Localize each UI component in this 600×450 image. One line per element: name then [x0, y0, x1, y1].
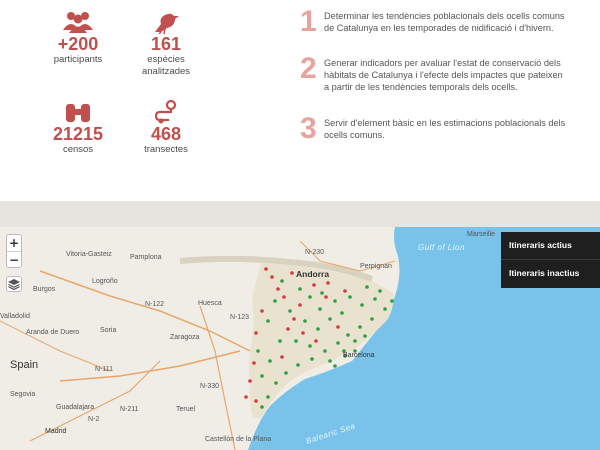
- goal-number: 3: [300, 112, 317, 145]
- goal-text: Servir d'element bàsic en les estimacion…: [324, 118, 566, 140]
- stat-label: censos: [62, 144, 94, 155]
- map-label-barcelona: Barcelona: [343, 352, 375, 359]
- stat-label: participants: [53, 54, 103, 65]
- stat-participants: +200 participants: [33, 10, 123, 66]
- map-label-perpignan: Perpignan: [360, 263, 392, 270]
- map-label-segovia: Segovia: [10, 391, 36, 398]
- stat-censuses: 21215 censos: [33, 100, 123, 156]
- zoom-out-button[interactable]: −: [7, 251, 21, 267]
- map-label-guadalajara: Guadalajara: [56, 404, 95, 411]
- goal-number: 1: [300, 5, 317, 38]
- map-label-vitoria: Vitoria-Gasteiz: [66, 251, 112, 258]
- bird-icon: [155, 13, 179, 34]
- stat-species: 161 espècies analitzades: [121, 10, 211, 78]
- map-label-n111: N-111: [95, 366, 114, 373]
- map-label-teruel: Teruel: [176, 406, 196, 413]
- map-label-n2: N-2: [88, 416, 100, 423]
- map-label-huesca: Huesca: [198, 300, 222, 307]
- map-label-n230: N-230: [305, 249, 325, 256]
- layers-icon: [8, 279, 20, 291]
- map-label-spain: Spain: [10, 359, 39, 371]
- layers-button[interactable]: [6, 276, 22, 292]
- map-label-gulf-of-lion: Gulf of Lion: [418, 243, 465, 252]
- stat-value: 161: [150, 34, 182, 54]
- stat-value: 468: [150, 124, 182, 144]
- map-label-n123: N-123: [230, 314, 250, 321]
- map-label-zaragoza: Zaragoza: [170, 334, 200, 341]
- stat-label: espècies analitzades: [141, 54, 191, 77]
- stat-transects: 468 transectes: [121, 100, 211, 156]
- zoom-in-button[interactable]: +: [7, 235, 21, 251]
- map-label-andorra: Andorra: [296, 269, 330, 279]
- goal-text: Generar indicadors per avaluar l'estat d…: [324, 58, 563, 92]
- map-label-castellon: Castellón de la Plana: [205, 436, 272, 443]
- goal-number: 2: [300, 52, 317, 85]
- binoculars-icon: [66, 104, 90, 122]
- stat-label: transectes: [144, 144, 188, 155]
- map-label-madrid: Madrid: [45, 428, 67, 435]
- map-label-n122: N-122: [145, 301, 165, 308]
- map-label-soria: Soria: [100, 327, 117, 334]
- map-label-logrono: Logroño: [92, 278, 118, 285]
- legend-inactive-itineraries[interactable]: Itineraris inactius: [501, 259, 600, 286]
- map-label-valladolid: Valladolid: [0, 313, 30, 320]
- map-label-n211: N-211: [120, 406, 139, 413]
- map-label-pamplona: Pamplona: [130, 254, 162, 261]
- stat-value: 21215: [52, 124, 104, 144]
- legend-active-itineraries[interactable]: Itineraris actius: [501, 232, 600, 259]
- goal-text: Determinar les tendències poblacionals d…: [324, 11, 565, 33]
- stat-value: +200: [57, 34, 99, 54]
- people-icon: [63, 12, 93, 33]
- map-label-marseille: Marseille: [467, 231, 496, 238]
- map-label-burgos: Burgos: [33, 286, 56, 293]
- map-label-n330: N-330: [200, 383, 220, 390]
- zoom-control: + −: [6, 234, 22, 268]
- map-legend: Itineraris actius Itineraris inactius: [501, 232, 600, 288]
- route-icon: [154, 100, 177, 124]
- map-label-aranda: Aranda de Duero: [26, 329, 80, 336]
